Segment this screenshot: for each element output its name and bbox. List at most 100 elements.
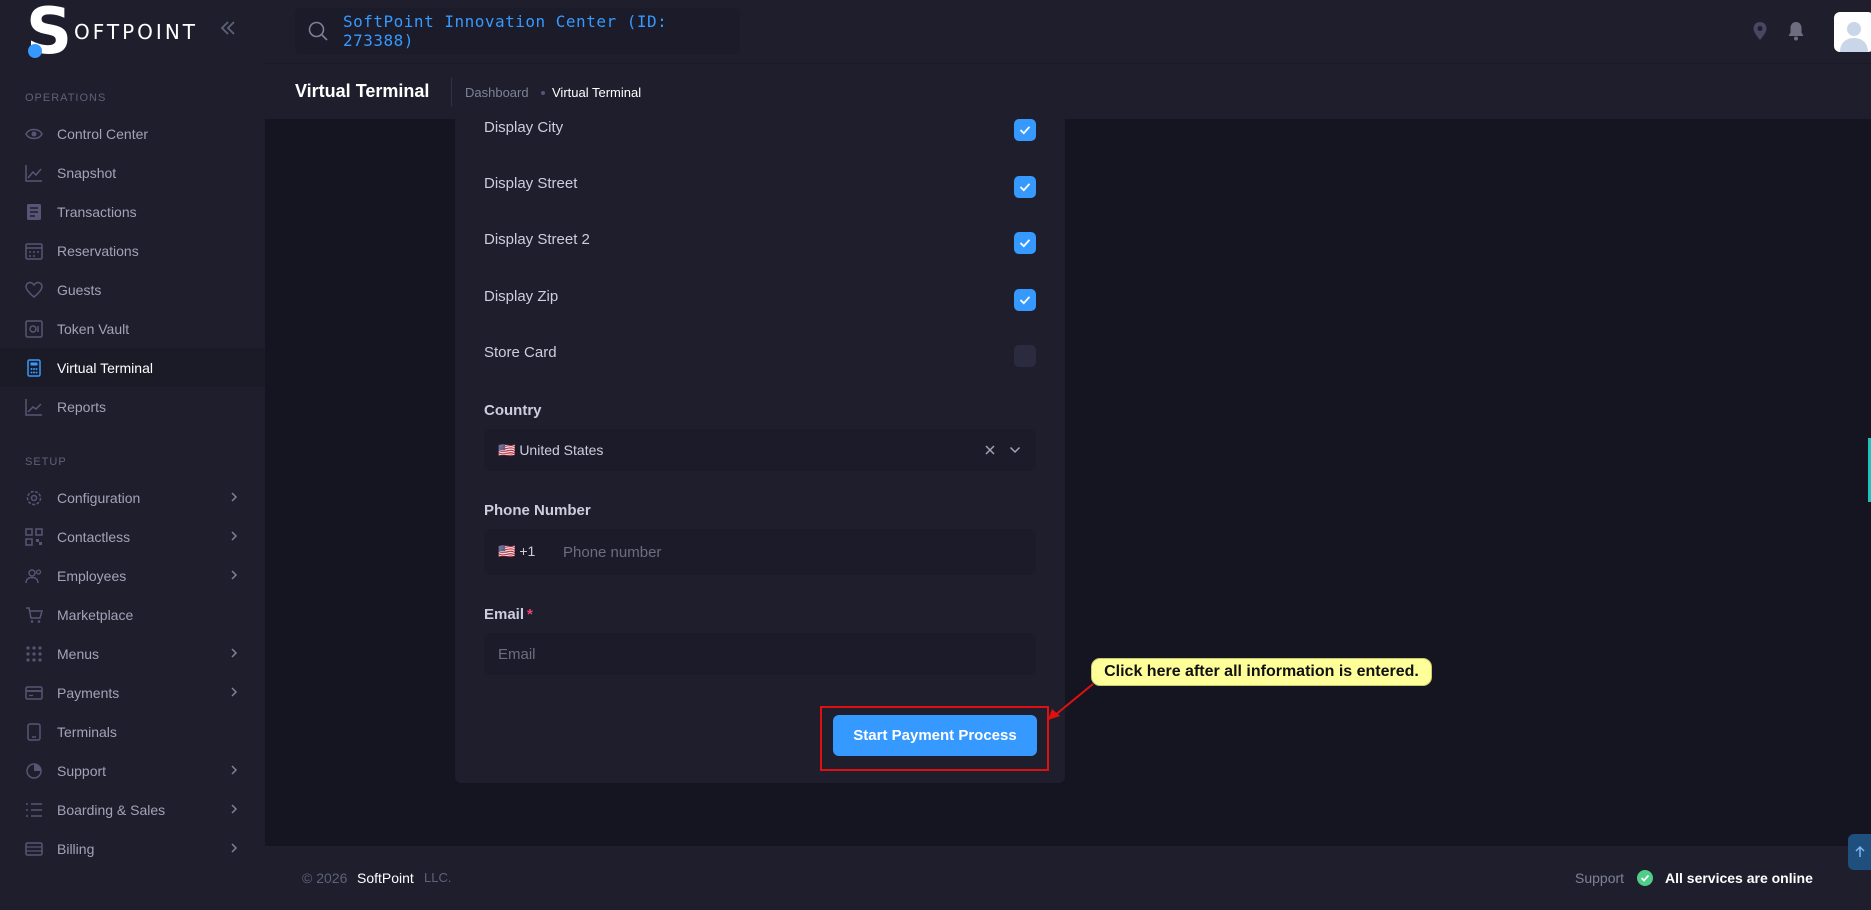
sidebar-item-virtual-terminal[interactable]: Virtual Terminal [0, 348, 265, 387]
display-street-label: Display Street [484, 175, 578, 192]
check-icon [1019, 183, 1031, 192]
sidebar-item-label: Reservations [57, 242, 139, 259]
check-icon [1019, 239, 1031, 248]
sidebar-item-configuration[interactable]: Configuration [0, 478, 265, 517]
sidebar-item-support[interactable]: Support [0, 751, 265, 790]
display-zip-checkbox[interactable] [1014, 289, 1036, 311]
page-title: Virtual Terminal [295, 81, 430, 101]
sidebar-item-label: Control Center [57, 125, 149, 142]
softpoint-logo[interactable]: S OFTPOINT [24, 0, 198, 64]
location-name: SoftPoint Innovation Center (ID: 273388) [343, 12, 668, 50]
clear-icon[interactable] [984, 443, 996, 455]
cart-icon [25, 606, 43, 624]
collapse-sidebar-icon[interactable] [218, 18, 238, 38]
sidebar-item-label: Billing [57, 840, 95, 857]
chevron-right-icon [227, 568, 241, 582]
support-icon [25, 762, 43, 780]
vault-icon [25, 319, 43, 338]
sidebar-item-guests[interactable]: Guests [0, 270, 265, 309]
logo-dot [28, 44, 42, 58]
chevron-right-icon [227, 841, 241, 855]
country-value: 🇺🇸 United States [498, 441, 604, 458]
section-title-setup: SETUP [25, 456, 67, 468]
callout-arrow-icon [1048, 683, 1094, 720]
sidebar-item-label: Boarding & Sales [57, 801, 166, 818]
sidebar-item-billing[interactable]: Billing [0, 829, 265, 868]
sidebar-item-label: Configuration [57, 489, 141, 506]
sidebar-item-employees[interactable]: Employees [0, 556, 265, 595]
section-title-operations: OPERATIONS [25, 92, 107, 104]
sidebar-item-control-center[interactable]: Control Center [0, 114, 265, 153]
breadcrumb-separator [541, 91, 545, 95]
email-label-text: Email [484, 606, 525, 623]
billing-icon [25, 840, 43, 858]
logo-text: OFTPOINT [74, 20, 198, 44]
check-icon [1019, 126, 1031, 135]
chevron-down-icon[interactable] [1008, 443, 1022, 457]
search-icon [307, 20, 329, 42]
sidebar-item-reports[interactable]: Reports [0, 387, 265, 426]
sidebar-item-label: Employees [57, 567, 127, 584]
eye-icon [25, 125, 43, 143]
sidebar-item-marketplace[interactable]: Marketplace [0, 595, 265, 634]
phone-country-code-select[interactable]: 🇺🇸 +1 [498, 543, 535, 560]
qr-icon [25, 527, 43, 546]
virtual-terminal-form: Display City Display Street Display Stre… [455, 119, 1065, 783]
chevron-right-icon [227, 490, 241, 504]
sidebar-item-terminals[interactable]: Terminals [0, 712, 265, 751]
sidebar-item-label: Payments [57, 684, 120, 701]
display-street-2-label: Display Street 2 [484, 231, 590, 248]
email-field-wrapper [484, 633, 1036, 675]
chevron-right-icon [227, 646, 241, 660]
map-pin-icon[interactable] [1749, 20, 1771, 42]
sidebar-item-reservations[interactable]: Reservations [0, 231, 265, 270]
display-street-checkbox[interactable] [1014, 176, 1036, 198]
sidebar-item-label: Guests [57, 281, 102, 298]
sidebar-item-boarding-sales[interactable]: Boarding & Sales [0, 790, 265, 829]
check-icon [1019, 296, 1031, 305]
country-select[interactable]: 🇺🇸 United States [484, 429, 1036, 471]
bell-icon[interactable] [1785, 20, 1807, 42]
footer-support-link[interactable]: Support [1575, 870, 1624, 886]
heart-icon [25, 281, 43, 299]
required-marker: * [527, 606, 533, 623]
sidebar-item-label: Reports [57, 398, 107, 415]
chart-line-icon [25, 398, 43, 416]
user-avatar[interactable] [1834, 12, 1871, 52]
start-payment-process-button[interactable]: Start Payment Process [833, 715, 1037, 756]
country-label: Country [484, 402, 542, 419]
sidebar-item-transactions[interactable]: Transactions [0, 192, 265, 231]
display-city-label: Display City [484, 119, 564, 136]
footer-suffix: LLC. [424, 870, 452, 885]
location-search[interactable]: SoftPoint Innovation Center (ID: 273388) [295, 8, 740, 54]
display-street-2-checkbox[interactable] [1014, 232, 1036, 254]
sidebar-item-label: Terminals [57, 723, 117, 740]
gear-icon [25, 489, 43, 507]
footer-brand-link[interactable]: SoftPoint [357, 870, 414, 886]
display-city-checkbox[interactable] [1014, 119, 1036, 141]
copyright: © 2026 [302, 870, 348, 886]
sidebar-item-label: Contactless [57, 528, 131, 545]
breadcrumb-dashboard[interactable]: Dashboard [465, 85, 529, 100]
service-status: All services are online [1665, 870, 1813, 886]
store-card-checkbox[interactable] [1014, 345, 1036, 367]
chevron-right-icon [227, 685, 241, 699]
sidebar-item-contactless[interactable]: Contactless [0, 517, 265, 556]
chevron-right-icon [227, 529, 241, 543]
display-zip-label: Display Zip [484, 288, 559, 305]
chart-line-icon [25, 164, 43, 182]
sidebar-item-label: Virtual Terminal [57, 359, 153, 376]
calendar-icon [25, 242, 43, 260]
sidebar-item-snapshot[interactable]: Snapshot [0, 153, 265, 192]
sidebar-item-label: Marketplace [57, 606, 134, 623]
sidebar-item-payments[interactable]: Payments [0, 673, 265, 712]
sidebar-item-menus[interactable]: Menus [0, 634, 265, 673]
chevron-right-icon [227, 763, 241, 777]
sidebar-item-token-vault[interactable]: Token Vault [0, 309, 265, 348]
email-input[interactable] [484, 633, 1036, 675]
status-ok-icon [1637, 870, 1653, 886]
scroll-to-top-button[interactable] [1848, 834, 1871, 870]
arrow-up-icon [1854, 845, 1865, 857]
store-card-label: Store Card [484, 344, 557, 361]
phone-number-input[interactable] [563, 529, 1023, 575]
